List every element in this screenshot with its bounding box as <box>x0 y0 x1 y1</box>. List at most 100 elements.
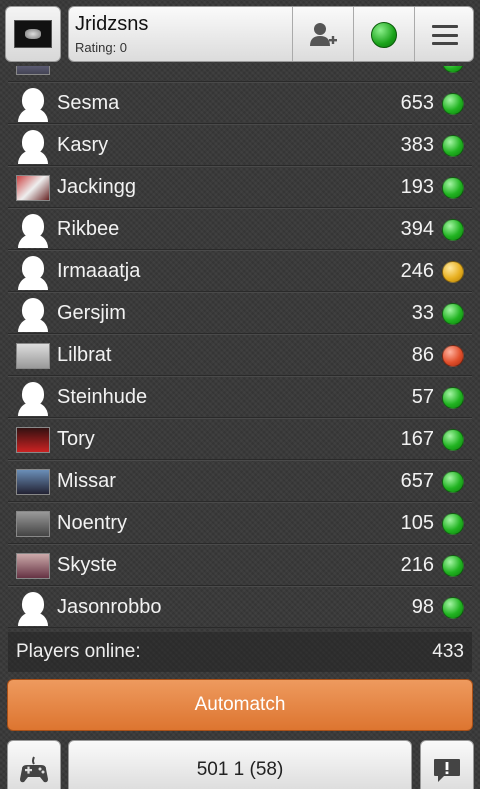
player-rating: 394 <box>400 218 434 240</box>
player-row[interactable]: Sesma 653 <box>8 82 472 124</box>
feedback-button[interactable] <box>420 740 474 789</box>
game-mode-button[interactable]: 501 1 (58) <box>68 740 412 789</box>
player-status-dot <box>442 219 464 241</box>
default-avatar-icon <box>18 214 48 248</box>
player-rating: 98 <box>411 596 434 618</box>
player-status-dot <box>442 513 464 535</box>
player-rating: 246 <box>400 260 434 282</box>
player-name: Sesma <box>57 92 120 114</box>
player-rating: 193 <box>400 176 434 198</box>
players-online-label: Players online: <box>16 641 141 662</box>
player-avatar <box>16 88 50 122</box>
player-avatar <box>16 66 50 78</box>
player-avatar <box>16 172 50 204</box>
player-row[interactable]: Jasonrobbo 98 <box>8 586 472 628</box>
player-status-dot <box>442 597 464 619</box>
player-avatar <box>16 340 50 372</box>
player-row[interactable]: Irmaaatja 246 <box>8 250 472 292</box>
player-avatar <box>16 382 50 416</box>
player-rating: 657 <box>400 470 434 492</box>
player-status-dot <box>442 555 464 577</box>
player-status-dot <box>442 177 464 199</box>
header-bar: Jridzsns Rating: 0 <box>0 0 480 66</box>
player-name: Missar <box>57 470 116 492</box>
avatar-photo <box>16 175 50 201</box>
gamepad-button[interactable] <box>7 740 61 789</box>
avatar-photo <box>16 553 50 579</box>
player-name: Noentry <box>57 512 128 534</box>
feedback-icon <box>434 759 460 782</box>
player-row[interactable]: Missar 657 <box>8 460 472 502</box>
players-online-bar: Players online: 433 <box>8 632 472 672</box>
menu-icon <box>432 25 458 45</box>
player-row[interactable]: Rikbee 394 <box>8 208 472 250</box>
player-avatar <box>16 256 50 290</box>
username: Jridzsns <box>75 13 149 35</box>
add-user-icon <box>310 23 337 46</box>
default-avatar-icon <box>18 130 48 164</box>
player-avatar <box>16 466 50 498</box>
avatar-photo <box>16 511 50 537</box>
player-status-dot <box>442 261 464 283</box>
player-status-dot <box>442 135 464 157</box>
player-name: Jackingg <box>57 176 136 198</box>
add-friend-button[interactable] <box>292 7 353 61</box>
player-name: Gersjim <box>57 302 126 324</box>
player-avatar <box>16 508 50 540</box>
player-row[interactable]: Tory 167 <box>8 418 472 460</box>
profile-avatar[interactable] <box>5 6 61 62</box>
player-rating: 167 <box>400 428 434 450</box>
player-name: Tory <box>57 428 95 450</box>
player-avatar <box>16 214 50 248</box>
player-row[interactable]: Kasry 383 <box>8 124 472 166</box>
player-name: Jasonrobbo <box>57 596 162 618</box>
default-avatar-icon <box>18 298 48 332</box>
player-rating: 383 <box>400 134 434 156</box>
player-rating: 653 <box>400 92 434 114</box>
players-online-count: 433 <box>432 641 464 662</box>
player-status-dot <box>442 345 464 367</box>
user-info-bar[interactable]: Jridzsns Rating: 0 <box>68 6 474 62</box>
player-avatar <box>16 592 50 626</box>
avatar-photo <box>16 427 50 453</box>
player-rating: 216 <box>400 554 434 576</box>
player-row[interactable]: Lilbrat 86 <box>8 334 472 376</box>
player-rating: 33 <box>411 302 434 324</box>
default-avatar-icon <box>18 382 48 416</box>
player-status-dot <box>442 387 464 409</box>
player-avatar <box>16 130 50 164</box>
player-status-dot <box>442 93 464 115</box>
player-status-dot <box>442 429 464 451</box>
status-green-icon <box>371 22 397 48</box>
status-button[interactable] <box>353 7 414 61</box>
player-rating: 57 <box>411 386 434 408</box>
player-row[interactable]: Steinhude 57 <box>8 376 472 418</box>
default-avatar-icon <box>18 88 48 122</box>
gamepad-icon <box>20 756 48 783</box>
player-avatar <box>16 550 50 582</box>
menu-button[interactable] <box>414 7 473 61</box>
player-rating: 86 <box>411 344 434 366</box>
player-status-dot <box>442 303 464 325</box>
player-avatar <box>16 298 50 332</box>
player-row[interactable]: Skyste 216 <box>8 544 472 586</box>
player-list[interactable]: Sesma 653 Kasry 383 Jackingg 193 Rikbee 394 Irma… <box>8 66 472 632</box>
player-status-dot <box>442 471 464 493</box>
player-status-dot <box>442 66 464 73</box>
default-avatar-icon <box>18 256 48 290</box>
player-name: Steinhude <box>57 386 148 408</box>
player-rating: 105 <box>400 512 434 534</box>
player-name: Rikbee <box>57 218 120 240</box>
avatar-photo <box>16 469 50 495</box>
player-name: Lilbrat <box>57 344 112 366</box>
player-row-partial[interactable] <box>8 66 472 82</box>
player-row[interactable]: Noentry 105 <box>8 502 472 544</box>
player-row[interactable]: Jackingg 193 <box>8 166 472 208</box>
default-avatar-icon <box>18 592 48 626</box>
avatar-image <box>14 20 52 48</box>
player-row[interactable]: Gersjim 33 <box>8 292 472 334</box>
player-name: Irmaaatja <box>57 260 141 282</box>
avatar-photo <box>16 343 50 369</box>
automatch-button[interactable]: Automatch <box>7 679 473 731</box>
user-rating: Rating: 0 <box>75 40 128 55</box>
